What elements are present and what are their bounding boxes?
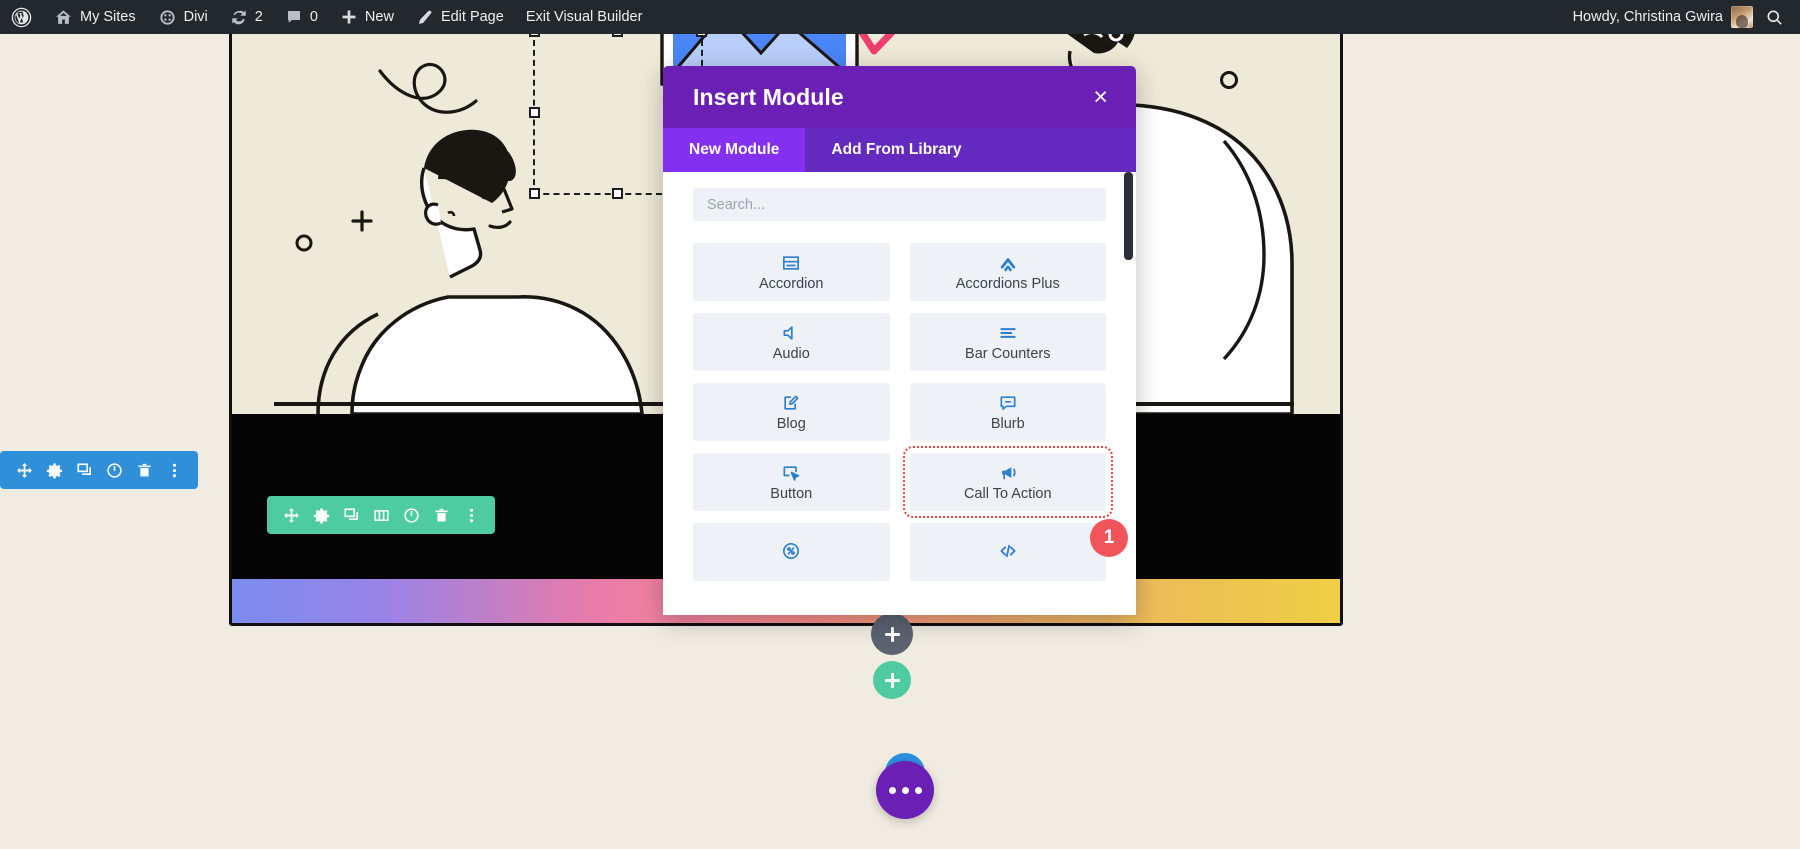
more-options-icon[interactable] xyxy=(460,500,482,530)
more-options-icon xyxy=(914,786,922,794)
module-tile-blurb[interactable]: Blurb xyxy=(909,383,1106,441)
row-toolbar xyxy=(267,496,495,534)
code-icon xyxy=(998,541,1018,561)
circle-counter-icon xyxy=(781,541,801,561)
blurb-icon xyxy=(998,393,1018,413)
trash-icon[interactable] xyxy=(133,455,155,485)
module-grid: Accordion Accordions Plus Audio Bar Coun… xyxy=(693,243,1113,581)
bar-counters-icon xyxy=(998,323,1018,343)
resize-handle-bottom-left[interactable] xyxy=(529,188,540,199)
more-options-icon[interactable] xyxy=(163,455,185,485)
adminbar-item-my-sites[interactable]: My Sites xyxy=(43,0,147,34)
button-icon xyxy=(781,463,801,483)
module-tile-bar-counters[interactable]: Bar Counters xyxy=(909,313,1106,371)
power-icon[interactable] xyxy=(400,500,422,530)
power-icon[interactable] xyxy=(103,455,125,485)
accordion-icon xyxy=(781,253,801,273)
updates-icon xyxy=(230,8,248,26)
my-sites-icon xyxy=(54,8,73,27)
adminbar-search-button[interactable] xyxy=(1753,0,1800,34)
gear-icon[interactable] xyxy=(43,455,65,485)
adminbar-item-exit-visual-builder[interactable]: Exit Visual Builder xyxy=(515,0,654,34)
duplicate-icon[interactable] xyxy=(73,455,95,485)
adminbar-label-divi: Divi xyxy=(183,9,208,25)
adminbar-item-edit-page[interactable]: Edit Page xyxy=(405,0,515,34)
module-label: Blog xyxy=(776,415,806,432)
section-toolbar xyxy=(0,451,198,489)
adminbar-item-wordpress[interactable] xyxy=(0,0,43,34)
module-label: Call To Action xyxy=(963,485,1052,502)
module-label: Accordions Plus xyxy=(955,275,1060,292)
resize-handle-bottom-center[interactable] xyxy=(612,188,623,199)
plus-icon xyxy=(340,8,358,26)
module-label: Button xyxy=(770,485,813,502)
modal-title: Insert Module xyxy=(693,83,844,110)
blog-icon xyxy=(781,393,801,413)
tab-add-from-library[interactable]: Add From Library xyxy=(805,128,987,172)
adminbar-label-comments: 0 xyxy=(309,9,318,25)
adminbar-label-my-sites: My Sites xyxy=(80,9,136,25)
adminbar-label-new: New xyxy=(364,9,394,25)
call-to-action-icon xyxy=(998,463,1018,483)
trash-icon[interactable] xyxy=(430,500,452,530)
accordions-plus-icon xyxy=(998,253,1018,273)
module-label: Audio xyxy=(772,345,810,362)
adminbar-account[interactable]: Howdy, Christina Gwira xyxy=(1573,6,1753,28)
adminbar-label-updates: 2 xyxy=(254,9,263,25)
search-icon xyxy=(1765,8,1784,27)
move-icon[interactable] xyxy=(280,500,302,530)
module-label: Blurb xyxy=(990,415,1025,432)
module-label: Bar Counters xyxy=(965,345,1051,362)
modal-header: Insert Module × xyxy=(663,66,1136,128)
add-row-button[interactable] xyxy=(873,661,911,699)
plus-icon xyxy=(884,626,900,642)
screen: My Sites Divi 2 0 New Edit Page Exit Vis… xyxy=(0,0,1800,849)
module-tile-code[interactable] xyxy=(909,523,1106,581)
step-badge-1: 1 xyxy=(1090,519,1128,557)
columns-icon[interactable] xyxy=(370,500,392,530)
howdy-label: Howdy, Christina Gwira xyxy=(1572,9,1723,25)
module-tile-accordion[interactable]: Accordion xyxy=(693,243,890,301)
insert-module-modal: Insert Module × New Module Add From Libr… xyxy=(663,66,1136,615)
adminbar-item-updates[interactable]: 2 xyxy=(219,0,274,34)
duplicate-icon[interactable] xyxy=(340,500,362,530)
module-tile-audio[interactable]: Audio xyxy=(693,313,890,371)
adminbar-item-new[interactable]: New xyxy=(329,0,405,34)
modal-body: Accordion Accordions Plus Audio xyxy=(663,172,1136,615)
module-label: Accordion xyxy=(759,275,824,292)
adminbar-label-edit-page: Edit Page xyxy=(440,9,504,25)
plus-icon xyxy=(884,672,900,688)
divi-fab xyxy=(876,753,934,819)
wp-admin-bar: My Sites Divi 2 0 New Edit Page Exit Vis… xyxy=(0,0,1800,34)
modal-scrollbar[interactable] xyxy=(1124,172,1133,260)
module-tile-button[interactable]: Button xyxy=(693,453,890,511)
wordpress-logo-icon xyxy=(11,7,32,28)
add-section-button[interactable] xyxy=(871,613,913,655)
pencil-icon xyxy=(416,8,434,26)
move-icon[interactable] xyxy=(13,455,35,485)
adminbar-item-divi[interactable]: Divi xyxy=(147,0,219,34)
adminbar-item-comments[interactable]: 0 xyxy=(274,0,329,34)
gear-icon[interactable] xyxy=(310,500,332,530)
more-options-icon xyxy=(901,786,909,794)
close-icon[interactable]: × xyxy=(1089,84,1112,110)
module-tile-accordions-plus[interactable]: Accordions Plus xyxy=(909,243,1106,301)
comments-icon xyxy=(285,8,303,26)
tab-new-module[interactable]: New Module xyxy=(663,128,806,172)
modal-tabs: New Module Add From Library xyxy=(663,128,1136,172)
divi-icon xyxy=(158,8,177,27)
avatar xyxy=(1731,6,1753,28)
adminbar-label-exit-visual-builder: Exit Visual Builder xyxy=(525,9,643,25)
more-options-icon xyxy=(888,786,896,794)
search-input[interactable] xyxy=(693,188,1106,221)
audio-icon xyxy=(781,323,801,343)
resize-handle-middle-left[interactable] xyxy=(529,106,540,118)
module-tile-blog[interactable]: Blog xyxy=(693,383,890,441)
module-tile-circle-counter[interactable] xyxy=(693,523,890,581)
fab-main-button[interactable] xyxy=(876,761,934,819)
module-tile-call-to-action[interactable]: Call To Action xyxy=(902,446,1113,518)
